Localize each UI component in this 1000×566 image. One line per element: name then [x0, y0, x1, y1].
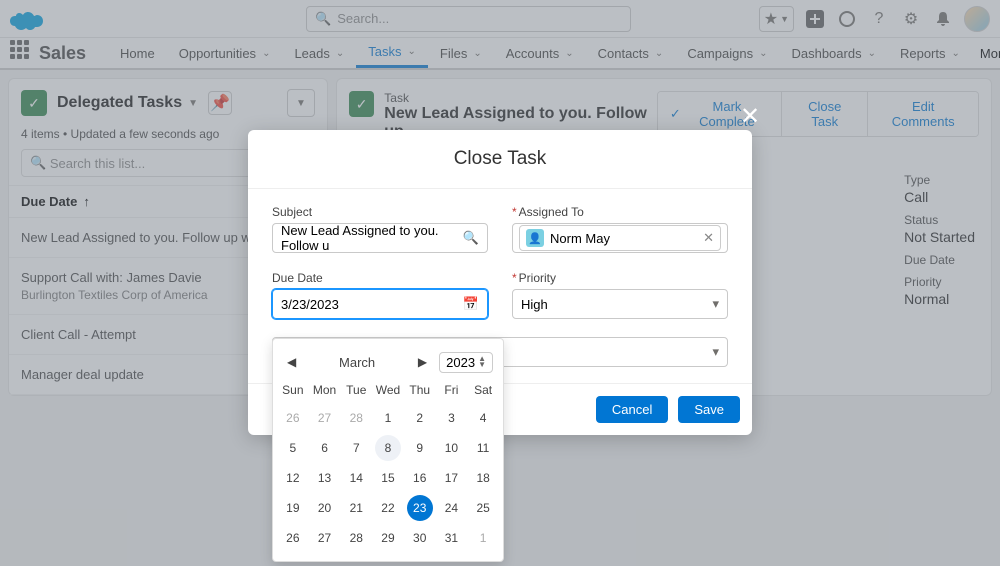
calendar-day[interactable]: 12	[280, 465, 306, 491]
assigned-to-input[interactable]: 👤 Norm May ✕	[512, 223, 728, 253]
calendar-day[interactable]: 13	[312, 465, 338, 491]
save-button[interactable]: Save	[678, 396, 740, 423]
chevron-down-icon: ▾	[712, 344, 719, 360]
calendar-day[interactable]: 15	[375, 465, 401, 491]
dow-label: Fri	[436, 377, 468, 403]
calendar-day[interactable]: 19	[280, 495, 306, 521]
calendar-day[interactable]: 30	[407, 525, 433, 551]
calendar-day[interactable]: 28	[343, 405, 369, 431]
calendar-day[interactable]: 26	[280, 405, 306, 431]
calendar-day[interactable]: 27	[312, 405, 338, 431]
calendar-day[interactable]: 1	[470, 525, 496, 551]
dow-label: Mon	[309, 377, 341, 403]
calendar-day[interactable]: 9	[407, 435, 433, 461]
calendar-day[interactable]: 7	[343, 435, 369, 461]
calendar-day[interactable]: 14	[343, 465, 369, 491]
dow-label: Sat	[467, 377, 499, 403]
modal-title: Close Task	[248, 130, 752, 189]
calendar-day[interactable]: 16	[407, 465, 433, 491]
assigned-to-label: Assigned To	[512, 205, 728, 219]
calendar-day[interactable]: 27	[312, 525, 338, 551]
priority-select[interactable]: High ▾	[512, 289, 728, 319]
datepicker-popover: ◀ March ▶ 2023 ▲▼ SunMonTueWedThuFriSat 2…	[272, 338, 504, 562]
dow-label: Tue	[340, 377, 372, 403]
lookup-icon[interactable]: 🔍	[463, 230, 479, 246]
person-icon: 👤	[526, 229, 544, 247]
dow-label: Thu	[404, 377, 436, 403]
subject-input[interactable]: New Lead Assigned to you. Follow u 🔍	[272, 223, 488, 253]
cancel-button[interactable]: Cancel	[596, 396, 668, 423]
calendar-day[interactable]: 22	[375, 495, 401, 521]
calendar-day[interactable]: 18	[470, 465, 496, 491]
subject-label: Subject	[272, 205, 488, 219]
calendar-day[interactable]: 17	[438, 465, 464, 491]
next-month-icon[interactable]: ▶	[414, 351, 431, 373]
calendar-day[interactable]: 5	[280, 435, 306, 461]
prev-month-icon[interactable]: ◀	[283, 351, 300, 373]
calendar-day[interactable]: 31	[438, 525, 464, 551]
calendar-day[interactable]: 25	[470, 495, 496, 521]
calendar-day[interactable]: 23	[407, 495, 433, 521]
calendar-day[interactable]: 26	[280, 525, 306, 551]
month-label: March	[308, 355, 406, 370]
close-icon[interactable]: ✕	[740, 102, 760, 131]
calendar-day[interactable]: 10	[438, 435, 464, 461]
dow-label: Sun	[277, 377, 309, 403]
due-date-input[interactable]: 3/23/2023 📅	[272, 289, 488, 319]
priority-label-modal: Priority	[512, 271, 728, 285]
calendar-day[interactable]: 3	[438, 405, 464, 431]
assigned-pill-label: Norm May	[550, 231, 610, 246]
calendar-icon[interactable]: 📅	[463, 296, 479, 312]
calendar-day[interactable]: 20	[312, 495, 338, 521]
year-stepper[interactable]: 2023 ▲▼	[439, 352, 493, 373]
calendar-day[interactable]: 8	[375, 435, 401, 461]
calendar-day[interactable]: 29	[375, 525, 401, 551]
calendar-day[interactable]: 28	[343, 525, 369, 551]
due-date-label-modal: Due Date	[272, 271, 488, 285]
calendar-day[interactable]: 6	[312, 435, 338, 461]
dow-label: Wed	[372, 377, 404, 403]
calendar-day[interactable]: 4	[470, 405, 496, 431]
calendar-day[interactable]: 11	[470, 435, 496, 461]
remove-pill-icon[interactable]: ✕	[703, 230, 714, 246]
calendar-day[interactable]: 2	[407, 405, 433, 431]
calendar-day[interactable]: 24	[438, 495, 464, 521]
chevron-down-icon: ▾	[712, 296, 719, 312]
calendar-day[interactable]: 1	[375, 405, 401, 431]
calendar-day[interactable]: 21	[343, 495, 369, 521]
